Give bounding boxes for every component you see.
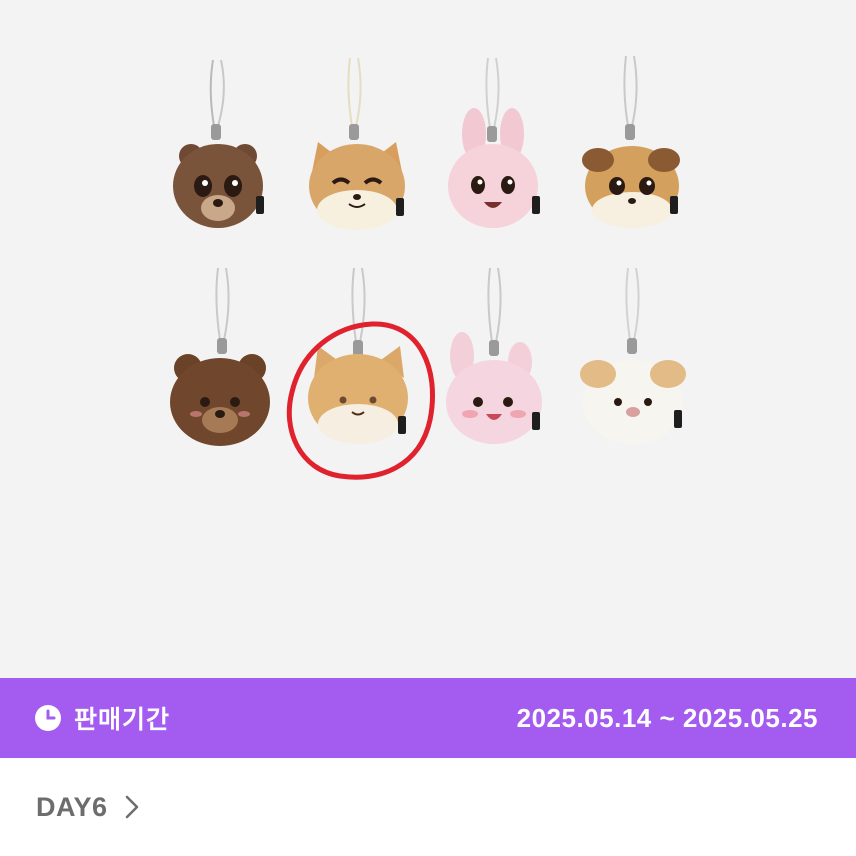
sale-period-label-group: 판매기간 [34, 700, 170, 736]
sale-period-bar: 판매기간 2025.05.14 ~ 2025.05.25 [0, 678, 856, 758]
sale-period-label: 판매기간 [74, 706, 171, 734]
clock-icon [35, 705, 61, 731]
chevron-right-icon [125, 795, 138, 819]
sale-period-dates: 2025.05.14 ~ 2025.05.25 [516, 702, 818, 733]
artist-link[interactable]: DAY6 [0, 758, 856, 856]
product-image [0, 0, 856, 678]
artist-name: DAY6 [36, 791, 108, 822]
